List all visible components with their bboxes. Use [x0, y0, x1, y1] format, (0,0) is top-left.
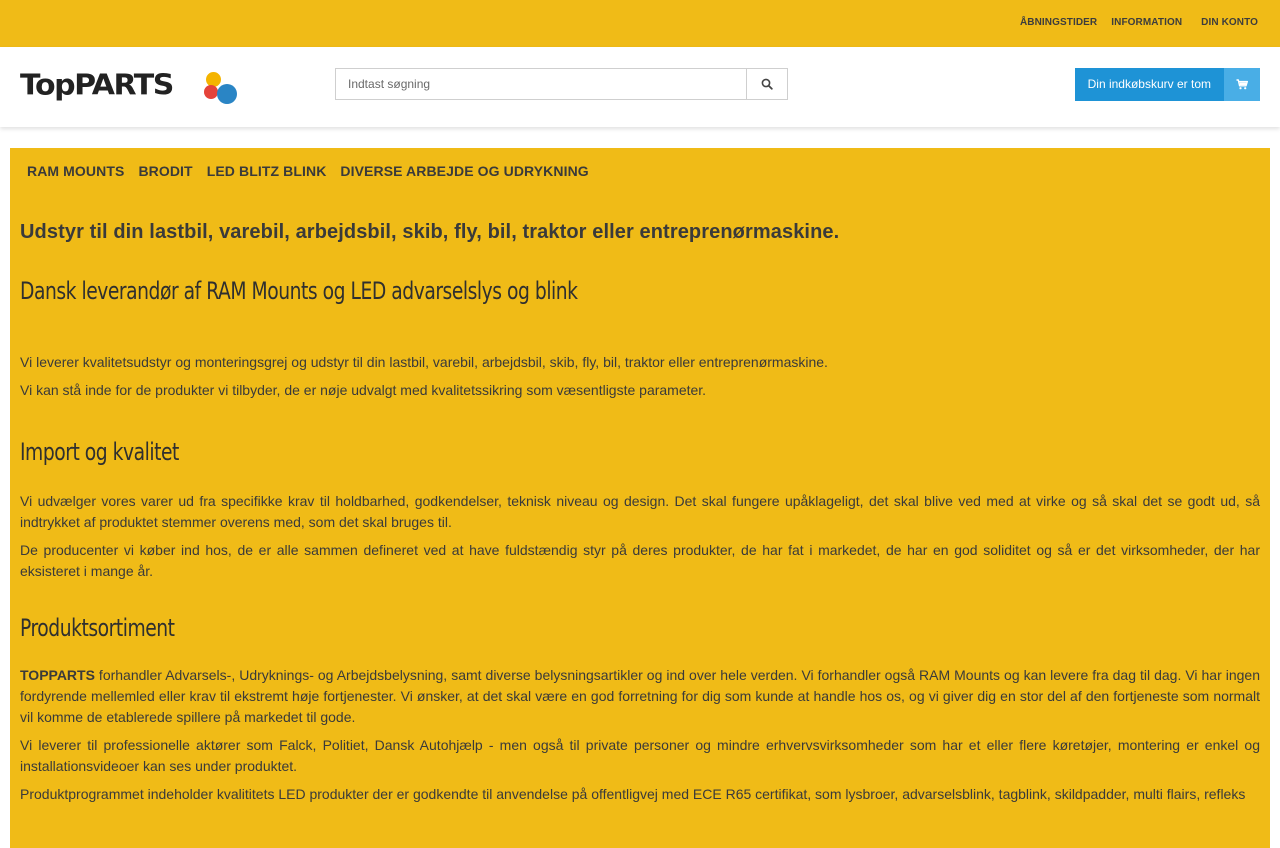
logo-text: TopPARTS [20, 68, 174, 103]
top-link-opening-hours[interactable]: ÅBNINGSTIDER [1020, 17, 1097, 28]
search-button[interactable] [746, 68, 788, 100]
shopping-cart-icon [1236, 79, 1248, 90]
nav-item-brodit[interactable]: BRODIT [138, 163, 192, 193]
section-heading-products: Produktsortiment [20, 614, 175, 642]
paragraph: Vi udvælger vores varer ud fra specifikk… [20, 493, 1260, 530]
paragraph: Vi leverer kvalitetsudstyr og monterings… [20, 354, 828, 370]
paragraph: TOPPARTS forhandler Advarsels-, Udryknin… [20, 665, 1260, 728]
top-link-account[interactable]: DIN KONTO [1201, 17, 1258, 28]
top-links: ÅBNINGSTIDER INFORMATION DIN KONTO [1020, 17, 1258, 28]
brand-name: TOPPARTS [20, 667, 95, 683]
nav-item-diverse[interactable]: DIVERSE ARBEJDE OG UDRYKNING [340, 163, 588, 193]
main-content: RAM MOUNTS BRODIT LED BLITZ BLINK DIVERS… [10, 148, 1270, 848]
nav-item-led-blitz-blink[interactable]: LED BLITZ BLINK [207, 163, 327, 193]
category-nav: RAM MOUNTS BRODIT LED BLITZ BLINK DIVERS… [20, 148, 1260, 193]
search-input[interactable] [335, 68, 746, 100]
cart-button[interactable]: Din indkøbskurv er tom [1074, 68, 1260, 101]
logo-blue-dot [217, 84, 237, 104]
paragraph-text: forhandler Advarsels-, Udryknings- og Ar… [20, 667, 1260, 725]
cart-label: Din indkøbskurv er tom [1074, 68, 1224, 101]
top-bar: ÅBNINGSTIDER INFORMATION DIN KONTO [0, 0, 1280, 47]
top-link-information[interactable]: INFORMATION [1111, 17, 1182, 28]
paragraph: Vi kan stå inde for de produkter vi tilb… [20, 382, 707, 398]
logo-red-dot [204, 85, 218, 99]
section-heading-import: Import og kvalitet [20, 438, 179, 466]
paragraph: De producenter vi køber ind hos, de er a… [20, 542, 1260, 579]
logo[interactable]: TopPARTS [20, 69, 240, 109]
nav-item-ram-mounts[interactable]: RAM MOUNTS [27, 163, 124, 193]
paragraph: Vi leverer til professionelle aktører so… [20, 737, 1260, 774]
paragraph: Produktprogrammet indeholder kvalititets… [20, 786, 1246, 802]
search-bar [335, 68, 788, 100]
section-heading-supplier: Dansk leverandør af RAM Mounts og LED ad… [20, 277, 578, 305]
site-header: TopPARTS Din indkøbskurv er tom [0, 47, 1280, 127]
page-tagline: Udstyr til din lastbil, varebil, arbejds… [20, 221, 840, 243]
search-icon [761, 78, 773, 90]
cart-icon-box [1224, 68, 1260, 101]
